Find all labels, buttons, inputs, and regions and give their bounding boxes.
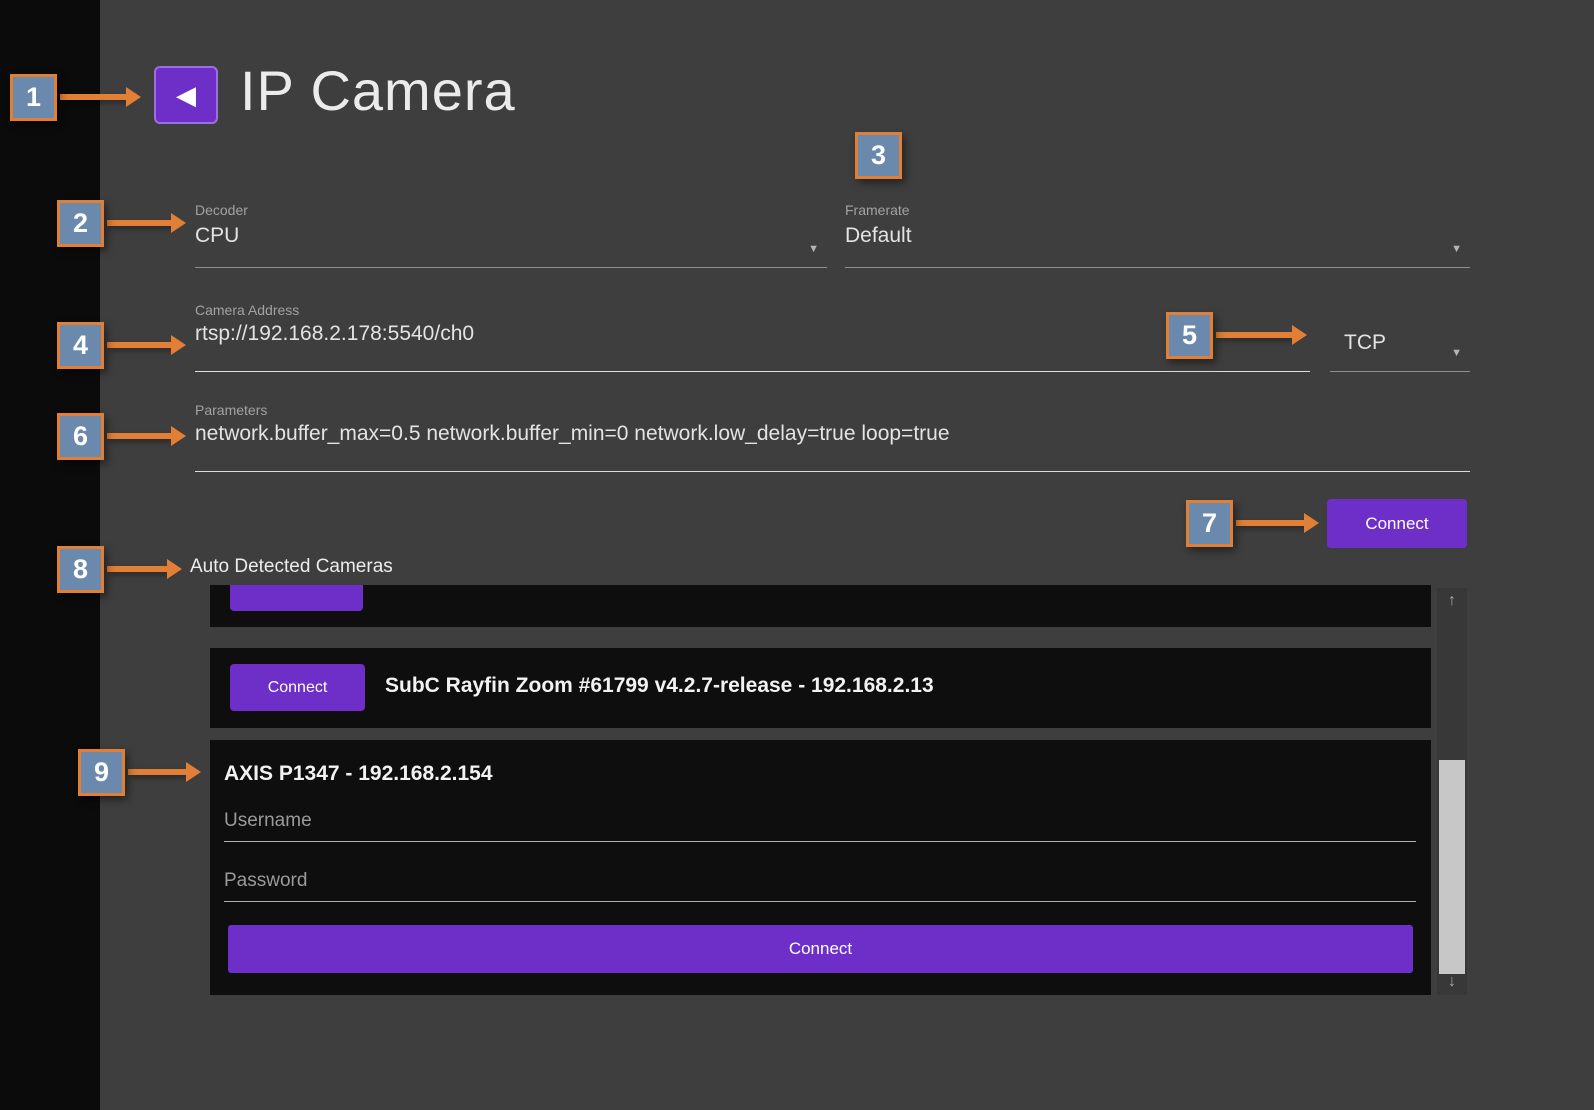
axis-connect-button[interactable]: Connect <box>228 925 1413 973</box>
annotation-badge-1: 1 <box>10 74 57 121</box>
decoder-select[interactable]: Decoder CPU ▼ <box>195 202 827 268</box>
annotation-arrow-6 <box>107 433 171 439</box>
annotation-badge-7: 7 <box>1186 500 1233 547</box>
page-title: IP Camera <box>240 58 516 123</box>
scroll-down-icon: ↓ <box>1448 973 1456 991</box>
camera-address-label: Camera Address <box>195 302 1310 318</box>
protocol-value: TCP <box>1344 331 1386 355</box>
parameters-label: Parameters <box>195 402 1470 418</box>
decoder-label: Decoder <box>195 202 827 218</box>
camera-row-axis: AXIS P1347 - 192.168.2.154 Connect <box>210 740 1431 995</box>
annotation-badge-4: 4 <box>57 322 104 369</box>
annotation-badge-8: 8 <box>57 546 104 593</box>
subc-camera-title: SubC Rayfin Zoom #61799 v4.2.7-release -… <box>385 674 934 698</box>
partial-connect-button[interactable] <box>230 585 363 611</box>
password-input[interactable] <box>224 860 1416 902</box>
annotation-arrow-8 <box>107 566 167 572</box>
annotation-arrow-9 <box>128 769 186 775</box>
framerate-value: Default <box>845 224 1470 248</box>
back-button[interactable]: ◀ <box>154 66 218 124</box>
framerate-label: Framerate <box>845 202 1470 218</box>
connect-button[interactable]: Connect <box>1327 499 1467 548</box>
chevron-down-icon: ▼ <box>1451 243 1462 255</box>
back-arrow-icon: ◀ <box>176 82 196 108</box>
chevron-down-icon: ▼ <box>808 243 819 255</box>
annotation-arrow-1 <box>60 94 126 100</box>
annotation-arrow-4 <box>107 342 171 348</box>
camera-row-partial <box>210 585 1431 627</box>
camera-address-input[interactable] <box>195 322 1310 346</box>
username-input[interactable] <box>224 800 1416 842</box>
annotation-badge-2: 2 <box>57 200 104 247</box>
decoder-value: CPU <box>195 224 827 248</box>
annotation-arrow-2 <box>107 220 171 226</box>
annotation-badge-5: 5 <box>1166 312 1213 359</box>
annotation-badge-3: 3 <box>855 132 902 179</box>
camera-address-field: Camera Address <box>195 302 1310 372</box>
parameters-field: Parameters <box>195 402 1470 472</box>
camera-row-subc-rayfin: Connect SubC Rayfin Zoom #61799 v4.2.7-r… <box>210 648 1431 728</box>
annotation-arrow-7 <box>1236 520 1304 526</box>
scroll-up-button[interactable]: ↑ <box>1437 588 1467 614</box>
annotation-badge-6: 6 <box>57 413 104 460</box>
protocol-select[interactable]: TCP ▼ <box>1330 302 1470 372</box>
annotation-badge-9: 9 <box>78 749 125 796</box>
parameters-input[interactable] <box>195 422 1470 446</box>
scroll-down-button[interactable]: ↓ <box>1437 969 1467 995</box>
chevron-down-icon: ▼ <box>1451 347 1462 359</box>
scrollbar-thumb[interactable] <box>1439 760 1465 974</box>
list-scrollbar[interactable]: ↑ ↓ <box>1437 588 1467 995</box>
annotation-arrow-5 <box>1216 332 1292 338</box>
subc-connect-button[interactable]: Connect <box>230 664 365 711</box>
auto-detected-heading: Auto Detected Cameras <box>190 556 393 578</box>
axis-camera-title: AXIS P1347 - 192.168.2.154 <box>224 762 493 786</box>
scroll-up-icon: ↑ <box>1448 592 1456 610</box>
framerate-select[interactable]: Framerate Default ▼ <box>845 202 1470 268</box>
